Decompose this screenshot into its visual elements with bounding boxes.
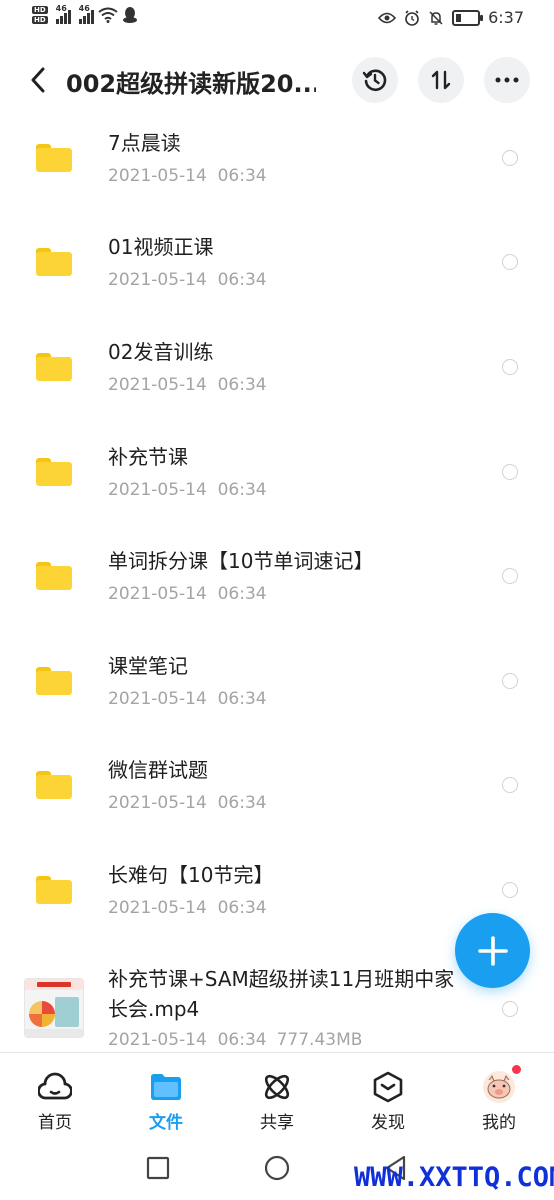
sort-button[interactable] [418,57,464,103]
folder-icon [36,248,72,276]
avatar-icon [483,1071,515,1103]
signal-icon: 46 [78,4,94,24]
select-radio[interactable] [502,150,518,166]
more-icon [495,77,519,83]
video-thumbnail [24,978,84,1038]
select-radio[interactable] [502,777,518,793]
alarm-icon [405,9,419,26]
notification-dot [512,1065,521,1074]
file-name: 补充节课+SAM超级拼读11月班期中家长会.mp4 [108,967,455,1021]
file-date: 2021-05-14 06:34 [108,166,267,186]
chevron-left-icon [31,67,45,93]
file-date: 2021-05-14 06:34 [108,898,267,918]
bell-off-icon [429,10,443,25]
folder-icon [36,562,72,590]
history-button[interactable] [352,57,398,103]
hd-icon: HD HD [32,6,48,24]
nav-files[interactable]: 文件 [111,1053,221,1141]
page-title: 002超级拼读新版20... [66,70,316,98]
share-atom-icon [264,1074,290,1100]
file-row[interactable]: 课堂笔记 2021-05-14 06:34 [0,631,554,735]
home-cloud-icon [38,1072,72,1100]
file-date: 2021-05-14 06:34 [108,689,267,709]
nav-label: 共享 [260,1113,294,1133]
folder-icon [36,771,72,799]
file-name: 微信群试题 [108,758,208,782]
signal-icon: 46 [55,4,71,24]
file-name: 02发音训练 [108,340,214,364]
more-button[interactable] [484,57,530,103]
folder-icon [36,458,72,486]
nav-home[interactable]: 首页 [0,1053,110,1141]
folder-icon [36,667,72,695]
nav-discover[interactable]: 发现 [333,1053,443,1141]
nav-share[interactable]: 共享 [222,1053,332,1141]
file-name: 补充节课 [108,445,188,469]
watermark: WWW.XXTTQ.COM [354,1162,554,1193]
nav-label: 首页 [38,1113,72,1133]
select-radio[interactable] [502,1001,518,1017]
sort-icon [431,70,451,90]
file-date: 2021-05-14 06:34 [108,270,267,290]
battery-icon [452,9,484,26]
file-name: 课堂笔记 [108,654,188,678]
file-name: 7点晨读 [108,131,181,155]
file-date: 2021-05-14 06:34 [108,584,267,604]
file-row[interactable]: 7点晨读 2021-05-14 06:34 [0,108,554,212]
select-radio[interactable] [502,673,518,689]
nav-label: 我的 [482,1113,516,1133]
back-button[interactable] [20,62,56,98]
file-row[interactable]: 补充节课 2021-05-14 06:34 [0,422,554,526]
folder-icon [36,144,72,172]
file-size: 777.43MB [276,1030,363,1050]
file-row[interactable]: 02发音训练 2021-05-14 06:34 [0,317,554,421]
header: 002超级拼读新版20... [0,52,554,110]
file-date: 2021-05-14 06:34 [108,375,267,395]
plus-icon [477,935,508,966]
add-button[interactable] [455,913,530,988]
select-radio[interactable] [502,464,518,480]
file-name: 单词拆分课【10节单词速记】 [108,549,374,573]
bottom-nav: 首页 文件 共享 发现 我的 [0,1052,554,1141]
select-radio[interactable] [502,254,518,270]
status-bar: HD HD 46 46 6:37 [0,0,554,40]
file-meta: 2021-05-14 06:34 777.43MB [108,1030,362,1050]
nav-label: 文件 [149,1113,183,1133]
nav-profile[interactable]: 我的 [444,1053,554,1141]
folder-icon [151,1074,181,1100]
file-date: 2021-05-14 06:34 [108,480,267,500]
file-row[interactable]: 01视频正课 2021-05-14 06:34 [0,212,554,316]
folder-icon [36,876,72,904]
clock: 6:37 [488,8,524,27]
select-radio[interactable] [502,359,518,375]
eye-icon [378,12,397,23]
file-date: 2021-05-14 06:34 [108,793,267,813]
wifi-icon [98,7,118,23]
history-icon [362,69,387,92]
file-row[interactable]: 单词拆分课【10节单词速记】 2021-05-14 06:34 [0,526,554,630]
discover-box-icon [373,1071,403,1103]
nav-label: 发现 [371,1113,405,1133]
folder-icon [36,353,72,381]
home-circle-icon[interactable] [263,1154,291,1182]
file-name: 01视频正课 [108,235,214,259]
qq-icon [122,7,137,23]
select-radio[interactable] [502,568,518,584]
file-date: 2021-05-14 06:34 [108,1030,267,1050]
recent-apps-icon[interactable] [144,1154,172,1182]
select-radio[interactable] [502,882,518,898]
file-row[interactable]: 微信群试题 2021-05-14 06:34 [0,735,554,839]
file-list: 7点晨读 2021-05-14 06:34 01视频正课 2021-05-14 … [0,108,554,1052]
file-name: 长难句【10节完】 [108,863,274,887]
